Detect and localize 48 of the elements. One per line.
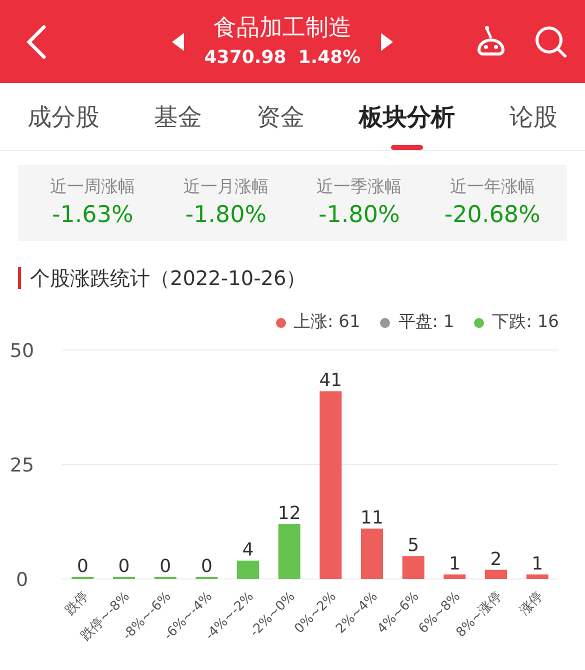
search-icon[interactable]	[533, 24, 569, 60]
bar-value-label: 11	[360, 508, 384, 529]
bar-value-label: 0	[76, 556, 88, 577]
bar-value-label: 4	[242, 540, 254, 561]
y-tick-label: 50	[10, 340, 34, 362]
bar-value-label: 0	[200, 556, 212, 577]
tab[interactable]: 论股	[510, 101, 558, 150]
bar-value-label: 41	[319, 370, 342, 392]
bar-value-label: 1	[448, 553, 460, 574]
bar	[485, 570, 507, 579]
bar	[444, 574, 466, 579]
legend-label: 下跌: 16	[492, 311, 559, 334]
legend-label: 上涨: 61	[294, 311, 360, 334]
bar-value-label: 5	[408, 535, 420, 556]
legend-label: 平盘: 1	[398, 311, 454, 334]
bar-value-label: 1	[532, 553, 544, 574]
sector-title: 食品加工制造	[214, 14, 352, 42]
y-tick-label: 25	[10, 454, 34, 476]
tab[interactable]: 板块分析	[359, 101, 456, 150]
y-tick-label: 0	[16, 569, 28, 591]
previous-icon[interactable]	[172, 32, 184, 50]
bar-value-label: 0	[118, 556, 130, 577]
section-title: 个股涨跌统计（2022-10-26）	[30, 265, 306, 292]
section-marker	[18, 267, 21, 289]
stat-value: -1.63%	[52, 201, 134, 230]
stat-label: 近一周涨幅	[50, 176, 136, 199]
bar	[402, 556, 424, 579]
stat-value: -20.68%	[444, 201, 540, 230]
bar-value-label: 0	[160, 556, 172, 577]
tab[interactable]: 资金	[256, 101, 304, 150]
tab[interactable]: 成分股	[27, 101, 100, 150]
bar	[237, 560, 259, 579]
next-icon[interactable]	[380, 32, 393, 50]
bar	[278, 524, 300, 579]
stat-value: -1.80%	[185, 201, 267, 230]
stat-label: 近一年涨幅	[450, 176, 535, 199]
index-change: 1.48%	[298, 46, 361, 70]
stat-label: 近一月涨幅	[183, 176, 268, 199]
bar-value-label: 12	[278, 503, 301, 524]
stat-value: -1.80%	[318, 201, 400, 230]
x-category-label: 跌停	[62, 589, 92, 618]
x-category-label: 涨停	[517, 589, 546, 618]
bar	[526, 574, 548, 579]
bar	[361, 528, 383, 579]
tab[interactable]: 基金	[154, 101, 202, 150]
bar-value-label: 2	[490, 548, 502, 570]
index-price: 4370.98	[204, 46, 286, 70]
stat-label: 近一季涨幅	[316, 176, 402, 199]
